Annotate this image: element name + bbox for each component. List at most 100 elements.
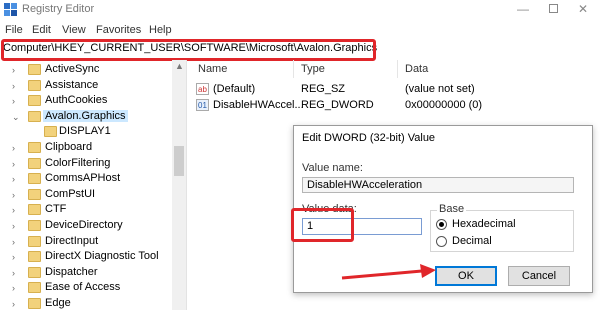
minimize-button[interactable]: — (508, 0, 538, 18)
dword-value-icon: 01 (196, 99, 209, 111)
scroll-thumb[interactable] (174, 146, 184, 176)
tree-item[interactable]: › Ease of Access (0, 280, 172, 296)
chevron-right-icon[interactable]: › (12, 190, 15, 200)
folder-icon (28, 266, 41, 278)
tree-item[interactable]: ⌄ Avalon.Graphics (0, 109, 172, 125)
column-header-data[interactable]: Data (405, 63, 428, 75)
menu-favorites[interactable]: Favorites (96, 24, 141, 36)
key-tree: › ActiveSync › Assistance › AuthCookies ⌄ Avalo… (0, 60, 187, 310)
annotation-arrow-icon (341, 264, 436, 280)
column-header-name[interactable]: Name (198, 63, 227, 75)
address-highlight-box (1, 39, 376, 61)
folder-icon (28, 64, 41, 75)
tree-item[interactable]: › Edge (0, 296, 172, 310)
folder-icon (28, 95, 41, 107)
chevron-right-icon[interactable]: › (12, 81, 15, 91)
tree-item[interactable]: › Clipboard (0, 140, 172, 156)
tree-item-label: Clipboard (45, 141, 93, 153)
string-value-icon: ab (196, 83, 209, 95)
menu-edit[interactable]: Edit (32, 24, 51, 36)
value-name: (Default) (213, 83, 256, 95)
tree-item-label: ActiveSync (45, 63, 100, 75)
chevron-right-icon[interactable]: › (12, 159, 15, 169)
tree-item-label: Avalon.Graphics (43, 109, 128, 122)
menu-bar: File Edit View Favorites Help (0, 22, 600, 38)
cancel-button[interactable]: Cancel (508, 266, 570, 286)
tree-item-label: DirectX Diagnostic Tool (45, 250, 159, 263)
tree-item-label: CTF (45, 203, 67, 216)
hexadecimal-label[interactable]: Hexadecimal (452, 218, 516, 230)
column-divider[interactable] (293, 60, 294, 78)
window-title: Registry Editor (22, 3, 95, 15)
menu-file[interactable]: File (5, 24, 23, 36)
column-divider[interactable] (397, 60, 398, 78)
tree-item[interactable]: › Dispatcher (0, 265, 172, 281)
value-name-label: Value name: (302, 162, 363, 174)
value-name: DisableHWAccel... (213, 99, 304, 111)
close-button[interactable]: ✕ (568, 0, 598, 18)
chevron-right-icon[interactable]: › (12, 205, 15, 215)
value-row-disablehwacceleration[interactable]: 01 DisableHWAccel... REG_DWORD 0x0000000… (190, 97, 600, 113)
value-name-field: DisableHWAcceleration (302, 177, 574, 193)
chevron-right-icon[interactable]: › (12, 174, 15, 184)
menu-view[interactable]: View (62, 24, 86, 36)
tree-item-label: ComPstUI (45, 187, 96, 200)
chevron-down-icon[interactable]: ⌄ (12, 112, 20, 123)
chevron-right-icon[interactable]: › (12, 65, 15, 75)
chevron-right-icon[interactable]: › (12, 283, 15, 293)
tree-item[interactable]: › ComPstUI (0, 187, 172, 203)
tree-item[interactable]: › DirectInput (0, 234, 172, 250)
menu-help[interactable]: Help (149, 24, 172, 36)
tree-item[interactable]: › DirectX Diagnostic Tool (0, 249, 172, 265)
chevron-right-icon[interactable]: › (12, 237, 15, 247)
tree-item[interactable]: › Assistance (0, 78, 172, 94)
value-row-default[interactable]: ab (Default) REG_SZ (value not set) (190, 81, 600, 97)
decimal-radio[interactable] (436, 236, 447, 247)
scroll-up-icon[interactable]: ▲ (175, 61, 184, 71)
tree-item-label: CommsAPHost (45, 172, 121, 185)
tree-item-label: Dispatcher (45, 265, 98, 278)
folder-icon (28, 157, 41, 169)
tree-item[interactable]: › AuthCookies (0, 93, 172, 109)
tree-item-label: DeviceDirectory (45, 219, 123, 231)
value-type: REG_DWORD (301, 99, 374, 111)
chevron-right-icon[interactable]: › (12, 268, 15, 278)
tree-scrollbar[interactable]: ▲ (172, 60, 186, 310)
chevron-right-icon[interactable]: › (12, 252, 15, 262)
maximize-button[interactable] (538, 0, 568, 18)
chevron-right-icon[interactable]: › (12, 221, 15, 231)
decimal-label[interactable]: Decimal (452, 235, 492, 247)
tree-item[interactable]: › CommsAPHost (0, 171, 172, 187)
value-data: 0x00000000 (0) (405, 99, 483, 111)
tree-item-label: Assistance (45, 78, 99, 91)
value-data: (value not set) (405, 83, 475, 95)
tree-item[interactable]: › ColorFiltering (0, 156, 172, 172)
chevron-right-icon[interactable]: › (12, 96, 15, 106)
folder-icon (28, 142, 41, 153)
value-type: REG_SZ (301, 83, 346, 95)
tree-item[interactable]: DISPLAY1 (0, 124, 172, 140)
tree-item-label: Ease of Access (45, 281, 121, 294)
folder-icon (28, 235, 41, 247)
chevron-right-icon[interactable]: › (12, 143, 15, 153)
maximize-icon (548, 4, 558, 13)
folder-icon (28, 251, 41, 263)
tree-item[interactable]: › ActiveSync (0, 62, 172, 78)
folder-icon (28, 220, 41, 231)
tree-item-label: ColorFiltering (45, 156, 111, 169)
folder-icon (28, 188, 41, 200)
tree-item-label: DISPLAY1 (59, 125, 111, 138)
chevron-right-icon[interactable]: › (12, 299, 15, 309)
value-data-highlight-box (291, 208, 354, 242)
folder-icon (28, 298, 41, 309)
column-header-type[interactable]: Type (301, 63, 325, 75)
hexadecimal-radio[interactable] (436, 219, 447, 230)
folder-icon (28, 110, 41, 122)
title-bar: Registry Editor — ✕ (0, 0, 600, 20)
tree-item-label: Edge (45, 297, 71, 309)
ok-button[interactable]: OK (435, 266, 497, 286)
tree-item[interactable]: › DeviceDirectory (0, 218, 172, 234)
edit-dword-dialog: Edit DWORD (32-bit) Value Value name: Di… (291, 125, 593, 293)
tree-item[interactable]: › CTF (0, 202, 172, 218)
folder-icon (28, 79, 41, 91)
